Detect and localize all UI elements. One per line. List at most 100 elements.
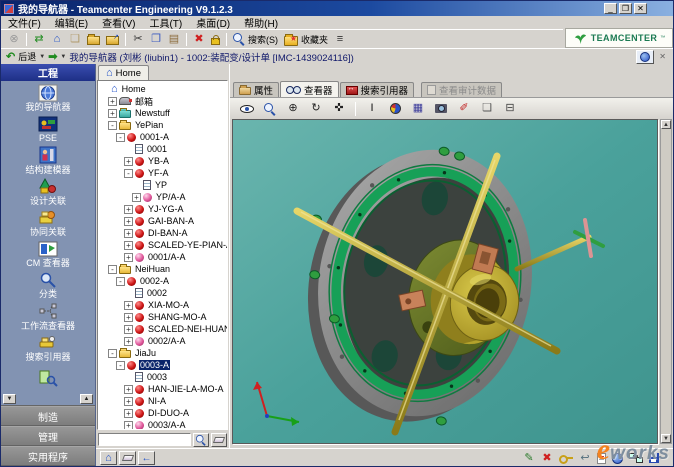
tree-node-label[interactable]: DI-DUO-A (147, 408, 190, 418)
tree-node-label[interactable]: SCALED-NEI-HUAN-A (147, 324, 228, 334)
close-view-icon[interactable]: ✕ (657, 52, 668, 61)
sidebar-item-classification[interactable]: 分类 (1, 269, 95, 300)
forward-dropdown-icon[interactable]: ▼ (60, 54, 66, 60)
tree-node-0001-a-a[interactable]: +0001/A-A (98, 251, 227, 263)
tree-node-label[interactable]: YP (154, 180, 168, 190)
expand-icon[interactable]: + (132, 193, 141, 202)
tree-node-yf-a[interactable]: - YF-A (98, 167, 227, 179)
zoom-button[interactable] (263, 100, 277, 118)
expand-icon[interactable]: + (124, 205, 133, 214)
new-item-button[interactable]: ❏ (66, 31, 84, 48)
delete-x-button[interactable]: ✖ (541, 453, 553, 464)
pan-button[interactable]: ✜ (332, 100, 346, 118)
page-button[interactable]: ❏ (480, 100, 494, 118)
sidebar-item-navigator[interactable]: 我的导航器 (1, 82, 95, 113)
expand-icon[interactable]: + (124, 229, 133, 238)
3d-viewport[interactable] (232, 119, 658, 444)
collapse-icon[interactable]: - (108, 349, 117, 358)
tab-home[interactable]: ⌂ Home (98, 65, 149, 80)
group-administration-button[interactable]: 管理 (1, 426, 95, 446)
tree-node-label[interactable]: NI-A (147, 396, 167, 406)
tree-node-label[interactable]: XIA-MO-A (147, 300, 190, 310)
tree-node-0003-a[interactable]: -0003-A (98, 359, 227, 371)
center-button[interactable]: ⊕ (286, 100, 300, 118)
tree-node-jiaju[interactable]: -JiaJu (98, 347, 227, 359)
tree-node-home[interactable]: ⌂Home (98, 83, 227, 95)
tree-node-0003[interactable]: 0003 (98, 371, 227, 383)
tree-node-label[interactable]: 0002/A-A (147, 336, 187, 346)
tree-node-label[interactable]: 0001-A (139, 132, 170, 142)
sidebar-item-referencers[interactable]: 搜索引用器 (1, 332, 95, 363)
expand-icon[interactable]: + (124, 313, 133, 322)
select-button[interactable]: I (365, 100, 379, 118)
tree-node-0003-a-a[interactable]: +0003/A-A (98, 419, 227, 430)
tree-node-xia-mo-a[interactable]: +XIA-MO-A (98, 299, 227, 311)
tree-node-label[interactable]: YePian (134, 120, 164, 130)
network-button[interactable] (629, 453, 643, 463)
minimize-button[interactable]: _ (604, 3, 617, 14)
tree-node-di-ban-a[interactable]: +DI-BAN-A (98, 227, 227, 239)
collapse-icon[interactable]: - (116, 277, 125, 286)
home-button[interactable]: ⌂ (48, 31, 66, 48)
tree-node-label[interactable]: GAI-BAN-A (147, 216, 195, 226)
tree-node-label[interactable]: 0002 (146, 288, 168, 298)
expand-icon[interactable]: + (124, 253, 133, 262)
delete-button[interactable]: ✖ (190, 31, 208, 48)
tree-node-yp[interactable]: YP (98, 179, 227, 191)
tree-node-label[interactable]: YB-A (147, 156, 170, 166)
tree-node-label[interactable]: 0003 (146, 372, 168, 382)
tree-node-ni-a[interactable]: +NI-A (98, 395, 227, 407)
menu-edit[interactable]: 编辑(E) (48, 15, 95, 30)
expand-icon[interactable]: + (124, 241, 133, 250)
markup-button[interactable]: ✐ (457, 100, 471, 118)
tree-node-han-jie-la-mo-a[interactable]: +HAN-JIE-LA-MO-A (98, 383, 227, 395)
refresh-button[interactable]: ⇄ (30, 31, 48, 48)
cut-button[interactable]: ✂ (129, 31, 147, 48)
expand-icon[interactable]: + (124, 325, 133, 334)
search-button[interactable]: 搜索(S) (230, 31, 281, 48)
sidebar-item-pse[interactable]: PSE (1, 113, 95, 144)
group-manufacturing-button[interactable]: 制造 (1, 406, 95, 426)
expand-icon[interactable]: + (108, 109, 117, 118)
menu-desktop[interactable]: 桌面(D) (189, 15, 237, 30)
copy-button[interactable]: ❐ (147, 31, 165, 48)
tree-node-yp-a-a[interactable]: +YP/A-A (98, 191, 227, 203)
save-disk-button[interactable] (649, 453, 659, 463)
tree-node-shang-mo-a[interactable]: + SHANG-MO-A (98, 311, 227, 323)
sidebar-item-cm-viewer[interactable]: CM 查看器 (1, 238, 95, 269)
close-button[interactable]: ✕ (634, 3, 647, 14)
tree-node-scaled-nei-huan-a[interactable]: + SCALED-NEI-HUAN-A (98, 323, 227, 335)
tree-node-scaled-ye-pian-a[interactable]: +SCALED-YE-PIAN-A (98, 239, 227, 251)
snapshot-button[interactable] (434, 100, 448, 118)
tree-node-0002-a-a[interactable]: +0002/A-A (98, 335, 227, 347)
tree-node-label[interactable]: SHANG-MO-A (147, 312, 208, 322)
tree-node-label[interactable]: Home (121, 84, 147, 94)
web-globe-button[interactable] (612, 453, 623, 464)
menu-file[interactable]: 文件(F) (1, 15, 48, 30)
expand-icon[interactable]: + (124, 421, 133, 430)
collapse-icon[interactable]: - (116, 133, 125, 142)
tree-search-input[interactable] (98, 433, 191, 446)
sidebar-scroll-up-button[interactable]: ▲ (80, 394, 93, 404)
open-folder-button[interactable] (84, 31, 103, 48)
menu-view[interactable]: 查看(V) (95, 15, 142, 30)
collapse-icon[interactable]: - (124, 169, 133, 178)
group-utilities-button[interactable]: 实用程序 (1, 446, 95, 466)
tree-node-label[interactable]: YF-A (147, 168, 170, 178)
sidebar-item-structure-modeler[interactable]: 结构建模器 (1, 144, 95, 175)
restore-button[interactable]: ❐ (619, 3, 632, 14)
tree-node-label[interactable]: NeiHuan (134, 264, 171, 274)
tree-node-label[interactable]: 0001 (146, 144, 168, 154)
tree-node-label[interactable]: YJ-YG-A (147, 204, 185, 214)
tree-node-0001-a[interactable]: - 0001-A (98, 131, 227, 143)
sidebar-item-collaboration-context[interactable]: 协同关联 (1, 207, 95, 238)
tree-node-gai-ban-a[interactable]: +GAI-BAN-A (98, 215, 227, 227)
favorites-button[interactable]: 收藏夹 (281, 31, 331, 48)
tree-node-label[interactable]: 0003-A (139, 360, 170, 370)
note-button[interactable] (597, 453, 606, 464)
tree-node-label[interactable]: 0003/A-A (147, 420, 187, 430)
viewport-scrollbar[interactable]: ▲ ▼ (660, 119, 672, 444)
tree-node-yepian[interactable]: -YePian (98, 119, 227, 131)
tree-node-0002[interactable]: 0002 (98, 287, 227, 299)
tree-node-label[interactable]: 0002-A (139, 276, 170, 286)
